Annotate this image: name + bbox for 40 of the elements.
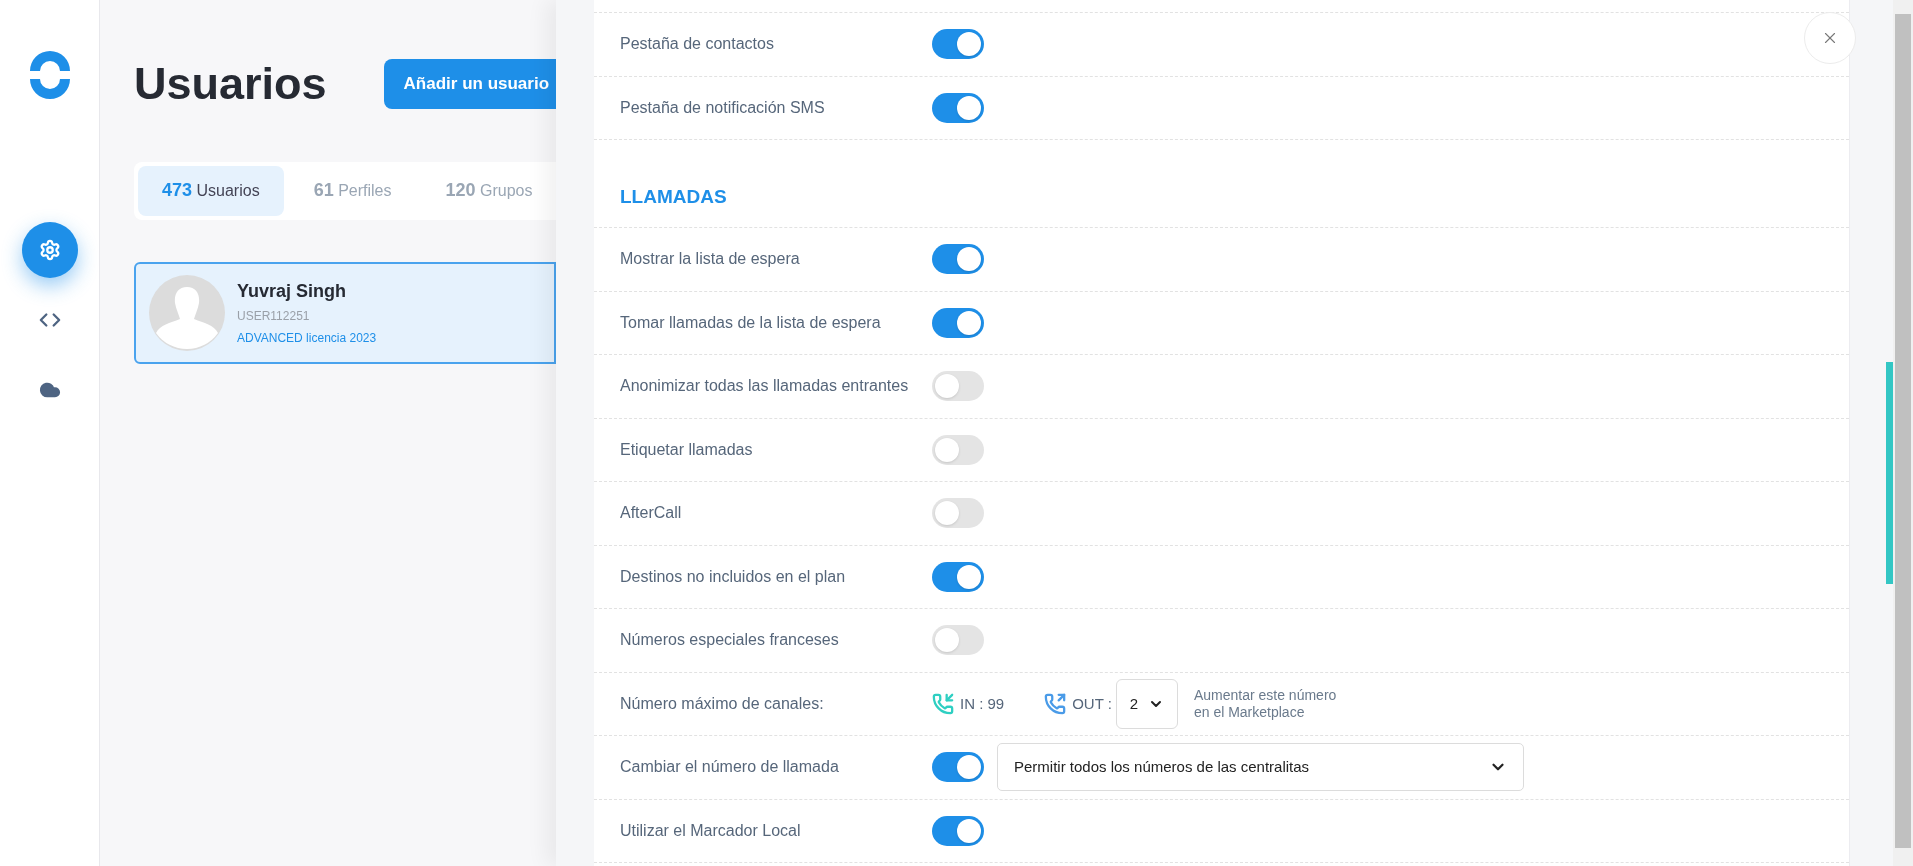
user-id: USER112251 [237, 308, 311, 325]
setting-label: Cambiar el número de llamada [620, 757, 840, 778]
tab[interactable]: 473 Usuarios [138, 165, 284, 216]
page-title: Usuarios [134, 57, 327, 111]
outgoing-call-icon [1044, 692, 1067, 715]
scrollbar[interactable] [1893, 0, 1913, 866]
user-name: Yuvraj Singh [237, 280, 348, 303]
marketplace-hint: Aumentar este número en el Marketplace [1193, 686, 1337, 721]
setting-label: Utilizar el Marcador Local [620, 820, 802, 841]
setting-label: AfterCall [620, 503, 683, 524]
user-card[interactable]: Yuvraj Singh USER112251 ADVANCED licencia 2023 [134, 261, 556, 364]
out-channels-select[interactable]: 2 [1115, 678, 1178, 729]
setting-label: Números especiales franceses [620, 630, 840, 651]
section-title: LLAMADAS [620, 184, 727, 209]
toggle-switch[interactable] [932, 371, 984, 402]
toggle-switch[interactable] [932, 625, 984, 656]
setting-label: Pestaña de notificación SMS [620, 97, 826, 118]
toggle-switch[interactable] [932, 244, 984, 275]
toggle-switch[interactable] [932, 815, 984, 846]
out-label: OUT : [1072, 693, 1112, 714]
in-channels: IN : 99 [960, 693, 1005, 714]
setting-label: Destinos no incluidos en el plan [620, 566, 847, 587]
incoming-call-icon [932, 692, 954, 715]
toggle-switch[interactable] [932, 29, 984, 60]
setting-label: Número máximo de canales: [620, 693, 825, 714]
setting-label: Mostrar la lista de espera [620, 249, 801, 270]
toggle-switch[interactable] [932, 434, 984, 465]
sidebar-item[interactable] [21, 222, 78, 278]
setting-label: Tomar llamadas de la lista de espera [620, 312, 882, 333]
toggle-switch[interactable] [932, 561, 984, 592]
setting-label: Anonimizar todas las llamadas entrantes [620, 376, 910, 397]
toggle-switch[interactable] [932, 92, 984, 123]
setting-label: Pestaña de contactos [620, 34, 775, 55]
toggle-switch[interactable] [932, 307, 984, 338]
setting-label: Etiquetar llamadas [620, 439, 754, 460]
toggle-switch[interactable] [932, 498, 984, 529]
toggle-switch[interactable] [932, 752, 984, 783]
gear-icon [38, 239, 61, 261]
number-select[interactable]: Permitir todos los números de las centralitas [997, 743, 1524, 792]
user-license: ADVANCED licencia 2023 [237, 330, 377, 347]
